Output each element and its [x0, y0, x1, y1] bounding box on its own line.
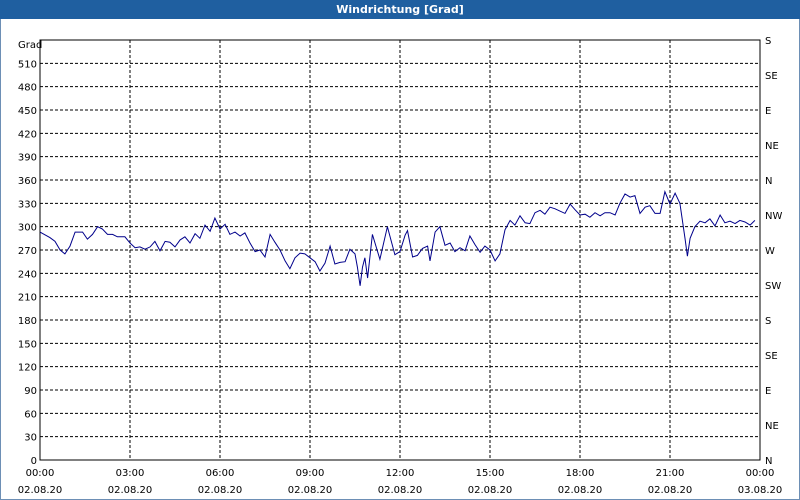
right-axis-label: W	[765, 246, 775, 257]
right-axis-label: S	[765, 316, 771, 327]
y-tick-label: 0	[31, 456, 37, 467]
y-tick-label: 150	[18, 339, 37, 350]
x-tick-time: 15:00	[476, 468, 505, 479]
x-tick-date: 02.08.20	[18, 485, 63, 496]
y-tick-label: 480	[18, 83, 37, 94]
right-axis-label: NW	[765, 211, 782, 222]
y-tick-label: 450	[18, 106, 37, 117]
y-axis-label: Grad	[18, 40, 42, 51]
y-tick-label: 90	[24, 386, 37, 397]
y-tick-label: 60	[24, 409, 37, 420]
y-tick-label: 330	[18, 199, 37, 210]
right-axis-label: E	[765, 106, 771, 117]
x-tick-time: 09:00	[296, 468, 325, 479]
right-axis-label: S	[765, 36, 771, 47]
x-tick-time: 00:00	[26, 468, 55, 479]
y-tick-label: 30	[24, 433, 37, 444]
x-tick-date: 02.08.20	[288, 485, 333, 496]
right-axis-label: SW	[765, 281, 781, 292]
y-tick-label: 180	[18, 316, 37, 327]
x-tick-date: 02.08.20	[648, 485, 693, 496]
right-axis-label: NE	[765, 421, 779, 432]
y-tick-label: 120	[18, 363, 37, 374]
right-axis-label: N	[765, 176, 772, 187]
y-tick-label: 510	[18, 59, 37, 70]
x-tick-time: 12:00	[386, 468, 415, 479]
y-tick-label: 390	[18, 153, 37, 164]
right-axis-label: SE	[765, 71, 778, 82]
y-tick-label: 270	[18, 246, 37, 257]
x-tick-time: 18:00	[566, 468, 595, 479]
right-axis-label: SE	[765, 351, 778, 362]
x-tick-time: 03:00	[116, 468, 145, 479]
y-tick-label: 300	[18, 223, 37, 234]
y-tick-label: 240	[18, 269, 37, 280]
x-tick-date: 02.08.20	[468, 485, 513, 496]
x-tick-time: 21:00	[656, 468, 685, 479]
right-axis-label: N	[765, 456, 772, 467]
y-tick-label: 210	[18, 293, 37, 304]
x-tick-date: 02.08.20	[198, 485, 243, 496]
x-tick-date: 02.08.20	[108, 485, 153, 496]
x-tick-date: 02.08.20	[558, 485, 603, 496]
right-axis-label: NE	[765, 141, 779, 152]
line-chart: 0 30 60 90 120 150 180 210 240 270 300 330 360 390 420…	[18, 36, 783, 496]
x-tick-date: 03.08.20	[738, 485, 783, 496]
x-tick-time: 00:00	[746, 468, 775, 479]
y-tick-label: 420	[18, 129, 37, 140]
right-axis-label: E	[765, 386, 771, 397]
x-tick-date: 02.08.20	[378, 485, 423, 496]
x-tick-time: 06:00	[206, 468, 235, 479]
y-tick-label: 360	[18, 176, 37, 187]
